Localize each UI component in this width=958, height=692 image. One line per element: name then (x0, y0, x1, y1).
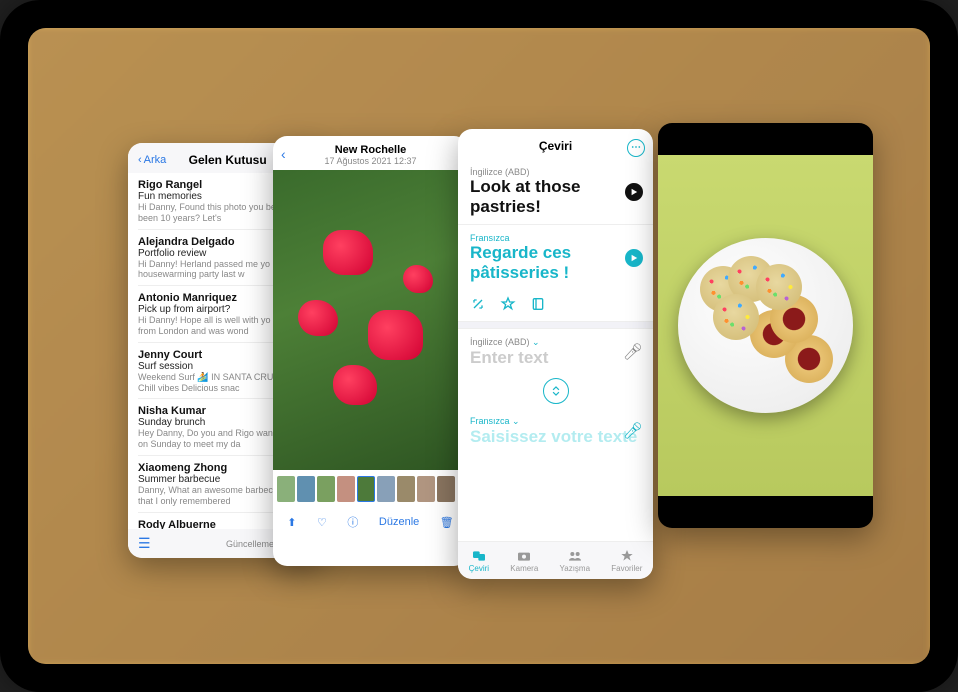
swap-languages-button[interactable] (543, 378, 569, 404)
translate-tabbar: Çeviri Kamera Yazışma Favoriler (458, 541, 653, 579)
thumbnail[interactable] (317, 476, 335, 502)
thumbnail[interactable] (377, 476, 395, 502)
play-source-button[interactable] (625, 183, 643, 201)
tab-camera[interactable]: Kamera (510, 548, 538, 573)
source-input-placeholder: Enter text (470, 348, 641, 368)
source-translation-block: İngilizce (ABD) Look at those pastries! (458, 159, 653, 225)
thumbnail[interactable] (337, 476, 355, 502)
app-card-translate[interactable]: Çeviri Çeviri ⋯ İngilizce (ABD) Look at … (458, 129, 653, 579)
translate-title: Çeviri (539, 139, 572, 153)
output-lang-selector[interactable]: Fransızca ⌄ (470, 416, 641, 427)
decorative-flower (403, 265, 433, 293)
thumbnail[interactable] (417, 476, 435, 502)
info-icon[interactable]: ⓘ (347, 514, 358, 530)
source-input-block[interactable]: İngilizce (ABD) ⌄ Enter text 🎤︎ (458, 329, 653, 374)
thumbnail[interactable] (437, 476, 455, 502)
target-translation-block: Fransızca Regarde ces pâtisseries ! (458, 225, 653, 290)
tab-favorites[interactable]: Favoriler (611, 548, 642, 573)
heart-icon[interactable]: ♡ (317, 516, 327, 529)
pastries-plate (678, 238, 853, 413)
photo-date: 17 Ağustos 2021 12:37 (324, 156, 416, 166)
source-lang-label: İngilizce (ABD) (470, 167, 641, 177)
mic-icon[interactable]: 🎤︎ (623, 421, 643, 441)
filter-icon[interactable]: ☰ (138, 535, 151, 552)
ipad-frame: Mail Gelen Kutusu ‹ Arka Gelen Kutusu Ri… (0, 0, 958, 692)
decorative-flower (333, 365, 377, 405)
thumbnail[interactable] (397, 476, 415, 502)
divider (458, 321, 653, 329)
tab-conversation[interactable]: Yazışma (560, 548, 591, 573)
source-text: Look at those pastries! (470, 177, 641, 216)
translate-header: Çeviri ⋯ (458, 129, 653, 159)
share-icon[interactable]: ⬆︎ (287, 516, 296, 529)
sprinkle-cookie (756, 264, 802, 310)
photo-viewer[interactable] (273, 170, 468, 470)
photos-toolbar: ⬆︎ ♡ ⓘ Düzenle 🗑︎ (273, 508, 468, 540)
input-lang-selector[interactable]: İngilizce (ABD) ⌄ (470, 337, 641, 348)
target-input-placeholder: Saisissez votre texte (470, 427, 641, 447)
play-target-button[interactable] (625, 249, 643, 267)
target-lang-label: Fransızca (470, 233, 641, 243)
thumbnail[interactable] (297, 476, 315, 502)
photos-header: ‹ New Rochelle 17 Ağustos 2021 12:37 (273, 136, 468, 170)
favorite-icon[interactable] (500, 296, 516, 317)
mic-icon[interactable]: 🎤︎ (623, 342, 643, 362)
app-card-photos[interactable]: Fotoğraflar ‹ New Rochelle 17 Ağustos 20… (273, 136, 468, 566)
edit-button[interactable]: Düzenle (379, 516, 419, 528)
photos-back-button[interactable]: ‹ (281, 146, 286, 162)
decorative-flower (323, 230, 373, 275)
target-input-block[interactable]: Fransızca ⌄ Saisissez votre texte 🎤︎ (458, 408, 653, 453)
chevron-left-icon: ‹ (138, 154, 142, 166)
dictionary-icon[interactable] (530, 296, 546, 317)
expand-icon[interactable] (470, 296, 486, 317)
translate-actions (458, 290, 653, 321)
decorative-flower (298, 300, 338, 336)
app-switcher[interactable]: Mail Gelen Kutusu ‹ Arka Gelen Kutusu Ri… (28, 28, 930, 664)
decorative-flower (368, 310, 423, 360)
mail-inbox-title: Gelen Kutusu (189, 153, 267, 167)
notes-content (658, 123, 873, 528)
tab-translate[interactable]: Çeviri (469, 548, 489, 573)
target-text: Regarde ces pâtisseries ! (470, 243, 641, 282)
trash-icon[interactable]: 🗑︎ (440, 516, 454, 529)
screen: Mail Gelen Kutusu ‹ Arka Gelen Kutusu Ri… (28, 28, 930, 664)
mail-back-button[interactable]: ‹ Arka (138, 154, 166, 166)
photo-location: New Rochelle (335, 144, 407, 156)
sprinkle-cookie (713, 294, 759, 340)
photo-thumbnails[interactable] (273, 470, 468, 508)
mail-back-label: Arka (144, 154, 167, 166)
more-options-button[interactable]: ⋯ (627, 139, 645, 157)
app-card-notes[interactable]: Notlar Baking Inspiration (658, 123, 873, 528)
thumbnail-selected[interactable] (357, 476, 375, 502)
thumbnail[interactable] (277, 476, 295, 502)
